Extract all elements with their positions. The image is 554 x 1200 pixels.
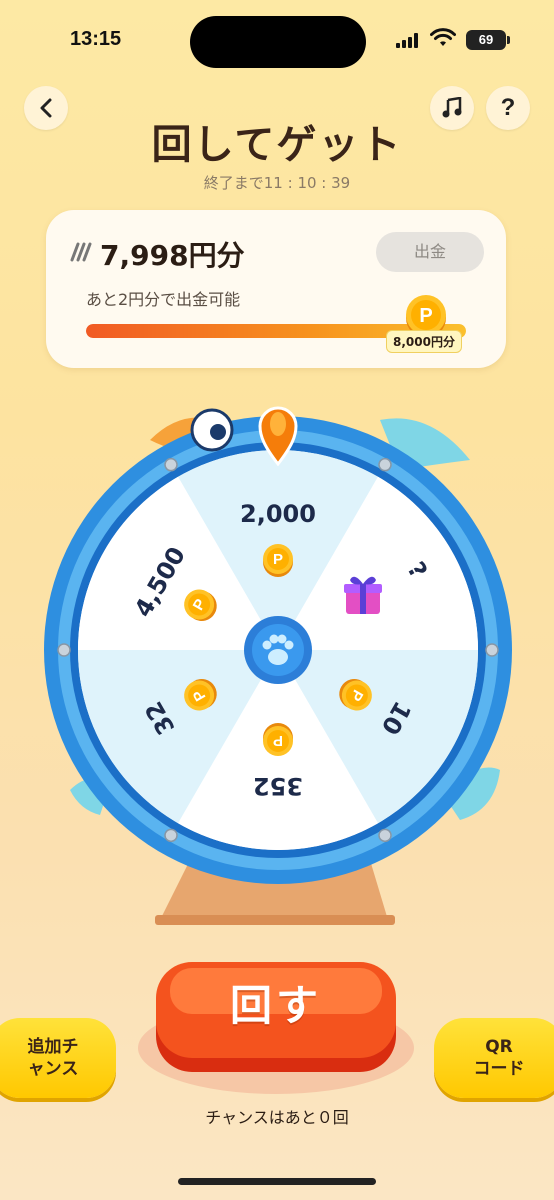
wheel-stud [378, 457, 392, 472]
extra-chance-button[interactable]: 追加チ ャンス [0, 1018, 116, 1098]
page-title: 回してゲット [151, 122, 403, 168]
svg-text:P: P [273, 551, 283, 568]
svg-text:P: P [419, 305, 432, 327]
qr-label-2: コード [473, 1059, 525, 1079]
chances-remaining: チャンスはあと０回 [205, 1108, 349, 1127]
wheel-stud [164, 457, 178, 472]
countdown-timer: 終了まで11 : 10 : 39 [203, 174, 351, 192]
battery-indicator: 69 [466, 30, 510, 50]
wheel-segment-label: 2,000 [240, 500, 316, 528]
pointer-icon [258, 406, 298, 466]
stripes-icon [70, 242, 92, 262]
withdraw-hint: あと2円分で出金可能 [86, 290, 241, 309]
signal-icon [396, 32, 422, 48]
spin-label: 回す [229, 981, 322, 1030]
home-indicator [178, 1178, 376, 1185]
qr-code-button[interactable]: QR コード [434, 1018, 554, 1098]
extra-chance-label-2: ャンス [27, 1059, 79, 1079]
status-bar: 13:15 69 [0, 0, 554, 80]
target-amount-label: 8,000円分 [386, 330, 462, 353]
spin-wheel: 2,000 P? 10 P 352 P 32 P 4,500 P [0, 390, 554, 950]
spin-button[interactable]: 回す [136, 956, 416, 1096]
wheel-stud [485, 643, 499, 657]
balance-card: 7,998円分 出金 あと2円分で出金可能 P 8,000円分 [46, 210, 506, 368]
paw-icon [244, 616, 312, 684]
dynamic-island [190, 16, 366, 68]
status-time: 13:15 [70, 28, 122, 50]
coin-p-icon: P [261, 723, 295, 757]
withdraw-button[interactable]: 出金 [376, 232, 484, 272]
extra-chance-label-1: 追加チ [27, 1037, 79, 1057]
qr-label-1: QR [485, 1037, 513, 1057]
coin-p-icon: P [261, 543, 295, 577]
wheel-stud [378, 828, 392, 843]
wheel-segment-label: 352 [252, 772, 304, 800]
wheel-stud [57, 643, 71, 657]
wheel-stud [164, 828, 178, 843]
balance-amount: 7,998円分 [100, 239, 245, 272]
gift-icon [344, 576, 382, 614]
svg-text:P: P [273, 732, 283, 749]
wifi-icon [430, 28, 456, 46]
